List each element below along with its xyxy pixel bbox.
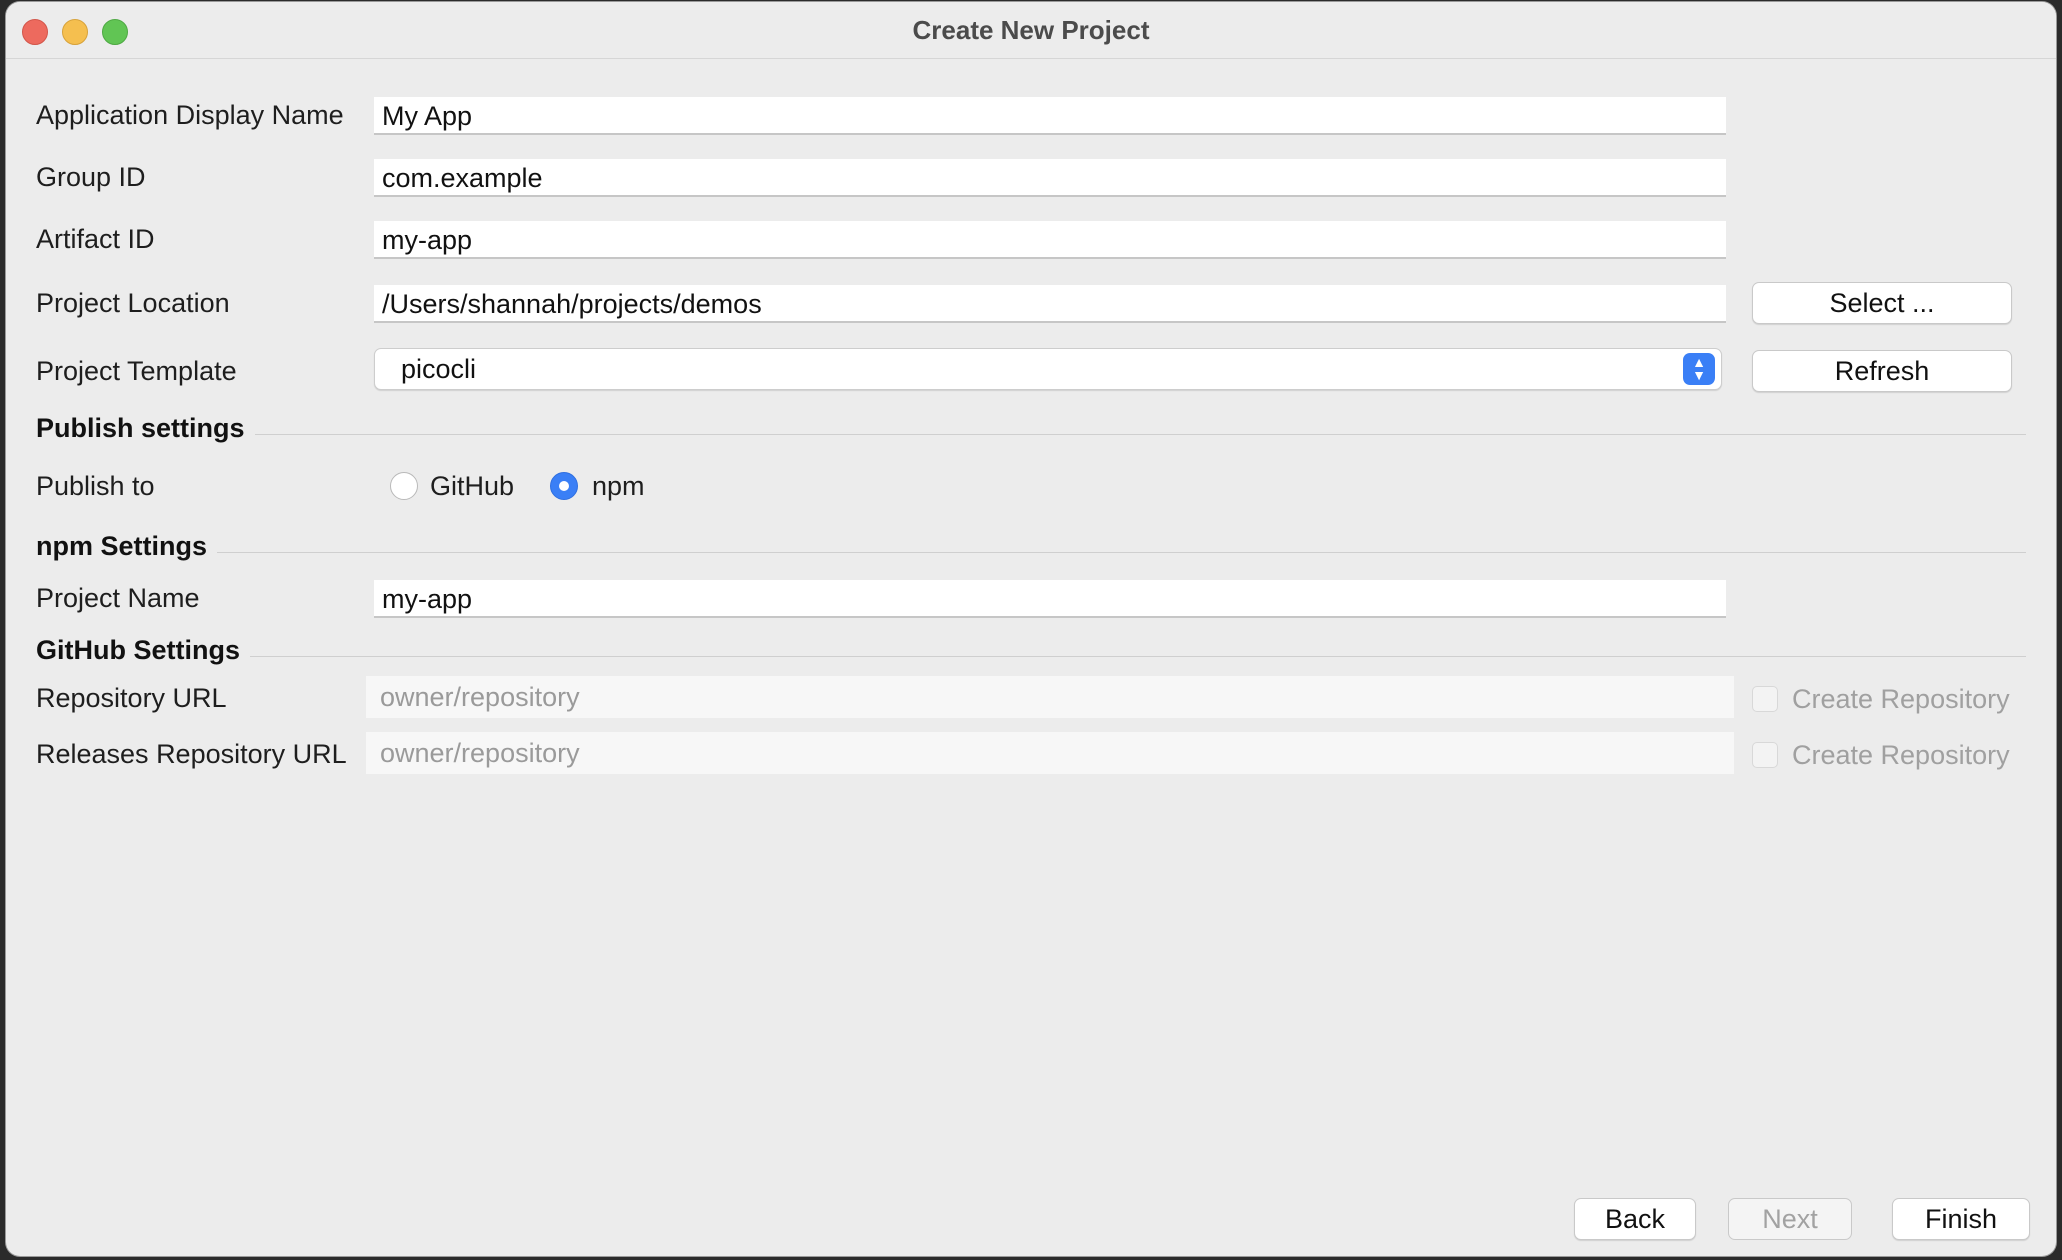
back-button[interactable]: Back <box>1574 1198 1696 1240</box>
project-template-label: Project Template <box>36 356 237 386</box>
project-template-select[interactable]: picocli ▲ ▼ <box>374 348 1722 390</box>
publish-github-radio[interactable] <box>390 472 418 500</box>
project-location-input[interactable]: /Users/shannah/projects/demos <box>374 285 1726 323</box>
github-settings-heading: GitHub Settings <box>36 632 250 668</box>
create-releases-repository-label: Create Repository <box>1792 740 2010 770</box>
app-name-input[interactable]: My App <box>374 97 1726 135</box>
releases-repository-url-label: Releases Repository URL <box>36 739 347 769</box>
publish-to-label: Publish to <box>36 471 155 501</box>
finish-button[interactable]: Finish <box>1892 1198 2030 1240</box>
publish-settings-divider <box>36 434 2026 435</box>
artifact-id-input[interactable]: my-app <box>374 221 1726 259</box>
create-repository-label: Create Repository <box>1792 684 2010 714</box>
publish-settings-heading: Publish settings <box>36 410 255 446</box>
npm-project-name-input[interactable]: my-app <box>374 580 1726 618</box>
releases-repository-url-input[interactable]: owner/repository <box>366 732 1734 774</box>
github-settings-divider <box>36 656 2026 657</box>
publish-github-label[interactable]: GitHub <box>430 468 514 504</box>
project-template-value: picocli <box>401 354 477 384</box>
refresh-templates-button[interactable]: Refresh <box>1752 350 2012 392</box>
group-id-input[interactable]: com.example <box>374 159 1726 197</box>
npm-settings-heading: npm Settings <box>36 528 218 564</box>
select-location-button[interactable]: Select ... <box>1752 282 2012 324</box>
npm-settings-divider <box>36 552 2026 553</box>
publish-npm-label[interactable]: npm <box>592 468 645 504</box>
repository-url-label: Repository URL <box>36 683 227 713</box>
title-bar: Create New Project <box>6 2 2056 59</box>
create-repository-checkbox[interactable] <box>1752 686 1778 712</box>
window-title: Create New Project <box>912 15 1150 45</box>
artifact-id-label: Artifact ID <box>36 224 155 254</box>
updown-chevron-icon: ▲ ▼ <box>1683 353 1715 385</box>
create-releases-repository-checkbox[interactable] <box>1752 742 1778 768</box>
project-location-label: Project Location <box>36 288 230 318</box>
repository-url-input[interactable]: owner/repository <box>366 676 1734 718</box>
group-id-label: Group ID <box>36 162 146 192</box>
dialog-window: Create New Project Application Display N… <box>6 2 2056 1256</box>
npm-project-name-label: Project Name <box>36 583 200 613</box>
publish-npm-radio[interactable] <box>550 472 578 500</box>
app-name-label: Application Display Name <box>36 100 344 130</box>
next-button[interactable]: Next <box>1728 1198 1852 1240</box>
